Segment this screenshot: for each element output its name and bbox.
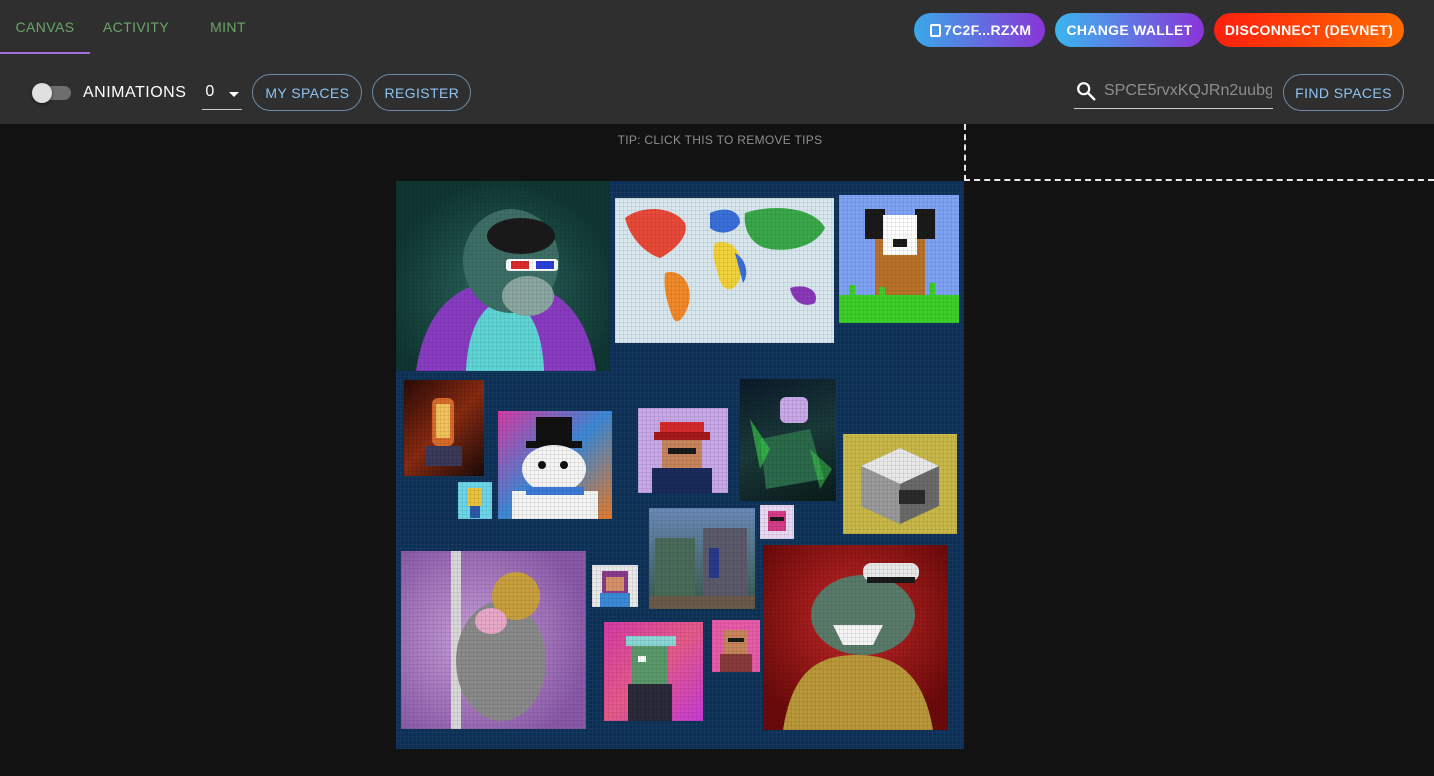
pink-hooded-pixel-character[interactable]: [712, 620, 760, 672]
koala-pole-art[interactable]: [401, 551, 586, 729]
tab-canvas[interactable]: CANVAS: [0, 0, 90, 54]
change-wallet-button[interactable]: CHANGE WALLET: [1055, 13, 1204, 47]
select-value: 0: [205, 83, 215, 100]
wallet-address: 7C2F...RZXM: [944, 22, 1032, 38]
green-robot-art[interactable]: [740, 379, 836, 501]
search-input[interactable]: [1104, 82, 1272, 100]
find-spaces-button[interactable]: FIND SPACES: [1283, 74, 1404, 111]
toggle-knob[interactable]: [32, 82, 52, 103]
search-field[interactable]: [1074, 74, 1273, 109]
chevron-down-icon: [229, 91, 240, 97]
zombie-pixel-character[interactable]: [604, 622, 703, 721]
pixel-punk-small[interactable]: [760, 505, 794, 539]
bull-soldier-nft[interactable]: [763, 545, 948, 730]
animations-label: ANIMATIONS: [83, 83, 187, 101]
snowman-top-hat-art[interactable]: [498, 411, 612, 519]
red-cap-pixel-character[interactable]: [638, 408, 728, 493]
my-spaces-button[interactable]: MY SPACES: [252, 74, 363, 111]
gorilla-3d-glasses-nft[interactable]: [396, 181, 609, 371]
city-street-image[interactable]: [649, 508, 755, 609]
isometric-room-art[interactable]: [843, 434, 957, 534]
lantern-figure-art[interactable]: [404, 380, 484, 476]
search-icon: [1077, 82, 1096, 101]
tab-mint[interactable]: MINT: [182, 0, 274, 54]
wallet-address-button[interactable]: 7C2F...RZXM: [914, 13, 1045, 47]
tab-activity[interactable]: ACTIVITY: [90, 0, 182, 54]
animations-toggle[interactable]: [32, 82, 71, 103]
register-button[interactable]: REGISTER: [372, 74, 472, 111]
tip-text[interactable]: TIP: CLICK THIS TO REMOVE TIPS: [540, 133, 900, 147]
disconnect-button[interactable]: DISCONNECT (DEVNET): [1214, 13, 1404, 47]
nav-tabs: CANVAS ACTIVITY MINT: [0, 0, 274, 54]
small-yellow-character[interactable]: [458, 482, 492, 519]
world-map-image[interactable]: [615, 198, 834, 343]
pixel-woman-portrait[interactable]: [592, 565, 638, 607]
spaces-canvas[interactable]: [396, 181, 964, 749]
wallet-icon: [930, 23, 941, 37]
wallet-controls: 7C2F...RZXM CHANGE WALLET DISCONNECT (DE…: [914, 13, 1404, 47]
animation-select[interactable]: 0: [202, 76, 243, 110]
viewport-outline: [964, 124, 1434, 181]
duck-hunt-dog-pixel-art[interactable]: [839, 195, 959, 323]
canvas-toolbar: ANIMATIONS 0 MY SPACES REGISTER: [32, 74, 472, 111]
top-app-bar: CANVAS ACTIVITY MINT 7C2F...RZXM CHANGE …: [0, 0, 1434, 124]
